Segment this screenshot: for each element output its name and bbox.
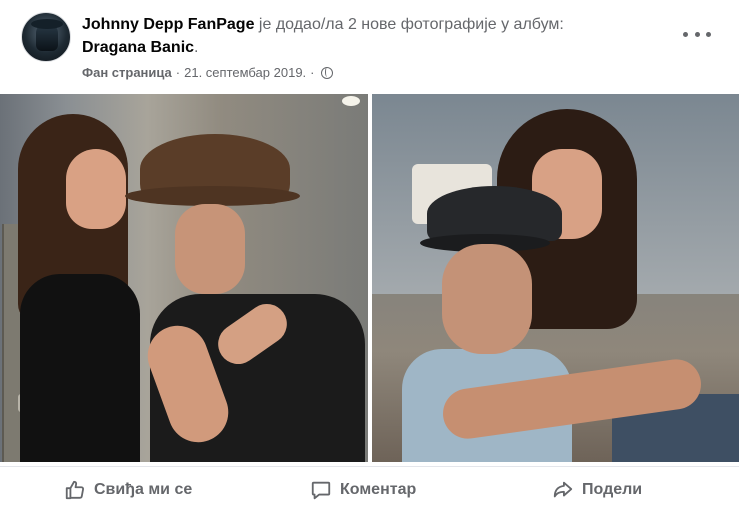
post-header: Johnny Depp FanPage је додао/ла 2 нове ф… [0, 0, 739, 94]
album-name-link[interactable]: Dragana Banic [82, 39, 194, 56]
comment-bubble-icon [311, 481, 331, 500]
meta-separator: · [175, 65, 181, 80]
page-name-link[interactable]: Johnny Depp FanPage [82, 16, 254, 33]
feed-post: Johnny Depp FanPage је додао/ла 2 нове ф… [0, 0, 739, 511]
like-button[interactable]: Свиђа ми се [64, 477, 192, 503]
man-face [175, 204, 245, 294]
cap [427, 186, 562, 241]
thumbs-up-icon [65, 480, 85, 500]
page-category-label[interactable]: Фан страница [82, 65, 172, 80]
comment-button[interactable]: Коментар [310, 477, 416, 503]
share-button[interactable]: Подели [552, 477, 642, 503]
more-options-icon[interactable] [683, 24, 711, 44]
globe-icon[interactable] [320, 66, 333, 79]
comment-label: Коментар [340, 481, 417, 498]
woman-dress [20, 274, 140, 462]
photo-1[interactable] [0, 94, 368, 462]
fedora-brim [125, 186, 300, 206]
post-actions-bar: Свиђа ми се Коментар Подели [0, 466, 739, 512]
share-arrow-icon [553, 481, 573, 498]
photo-2[interactable] [372, 94, 739, 462]
like-label: Свиђа ми се [94, 481, 193, 498]
more-dot [706, 31, 711, 37]
share-label: Подели [582, 481, 643, 498]
page-avatar[interactable] [21, 12, 71, 62]
man-face [442, 244, 532, 354]
post-meta: Фан страница · 21. септембар 2019. · [82, 65, 333, 80]
date-separator: · [310, 65, 315, 80]
photo-grid [0, 94, 739, 462]
woman-face [66, 149, 126, 229]
post-headline: Johnny Depp FanPage је додао/ла 2 нове ф… [82, 13, 652, 59]
post-date[interactable]: 21. септембар 2019. [184, 65, 306, 80]
post-action-text: је додао/ла 2 нове фотографије у албум: [258, 16, 564, 33]
album-suffix: . [194, 39, 199, 56]
more-dot [683, 31, 688, 37]
ceiling-light [342, 96, 360, 106]
more-dot [694, 31, 700, 37]
